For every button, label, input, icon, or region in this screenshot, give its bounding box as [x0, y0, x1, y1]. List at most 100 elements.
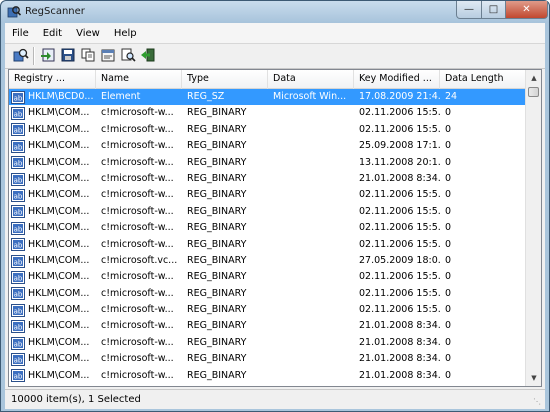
value-type-cell: REG_SZ	[187, 91, 225, 102]
registry-key-cell: ab HKLM\COM...	[9, 155, 96, 171]
value-type-cell: REG_BINARY	[187, 271, 247, 283]
column-header-type[interactable]: Type	[182, 70, 268, 89]
table-row[interactable]: ab HKLM\COM... c!microsoft-w... REG_BINARY 0…	[9, 122, 526, 138]
registry-key-cell: ab HKLM\COM...	[9, 171, 96, 187]
registry-key-cell: ab HKLM\COM...	[9, 269, 96, 285]
key-modified-cell: 21.01.2008 8:34...	[359, 369, 440, 381]
column-header-name[interactable]: Name	[96, 70, 182, 89]
registry-key-text: HKLM\COM...	[28, 254, 90, 266]
exit-button[interactable]	[138, 46, 158, 66]
list-header: Registry ... Name Type Data Key Modified…	[9, 70, 526, 89]
scrollbar-thumb[interactable]	[528, 87, 539, 97]
value-data-cell	[268, 220, 354, 236]
registry-key-text: HKLM\COM...	[28, 238, 90, 250]
table-row[interactable]: ab HKLM\COM... c!microsoft-w... REG_BINARY 0…	[9, 204, 526, 220]
table-row[interactable]: ab HKLM\COM... c!microsoft-w... REG_BINARY 2…	[9, 138, 526, 154]
registry-value-icon: ab	[11, 139, 25, 153]
key-modified-cell: 21.01.2008 8:34...	[359, 320, 440, 332]
registry-value-icon: ab	[11, 156, 25, 170]
registry-key-cell: ab HKLM\COM...	[9, 253, 96, 269]
value-type-cell: REG_BINARY	[187, 189, 247, 201]
chevron-up-icon: ▲	[531, 74, 537, 82]
registry-key-text: HKLM\BCD0...	[28, 91, 94, 102]
table-row[interactable]: ab HKLM\COM... c!microsoft-w... REG_BINARY 0…	[9, 286, 526, 302]
find-icon	[120, 47, 136, 66]
properties-button[interactable]	[98, 46, 118, 66]
value-name-cell: c!microsoft-w...	[101, 189, 174, 201]
registry-key-cell: ab HKLM\COM...	[9, 204, 96, 220]
value-name-cell: c!microsoft-w...	[101, 287, 174, 299]
registry-value-icon: ab	[11, 369, 25, 383]
vertical-scrollbar[interactable]: ▲ ▼	[525, 70, 541, 386]
key-modified-cell: 02.11.2006 15:5...	[359, 287, 440, 299]
registry-key-cell: ab HKLM\COM...	[9, 302, 96, 318]
table-row[interactable]: ab HKLM\COM... c!microsoft-w... REG_BINARY 1…	[9, 155, 526, 171]
data-length-cell: 0	[445, 238, 452, 250]
copy-button[interactable]	[78, 46, 98, 66]
data-length-cell: 0	[445, 205, 452, 217]
value-name-cell: c!microsoft-w...	[101, 369, 174, 381]
scan-button[interactable]	[11, 46, 31, 66]
table-row[interactable]: ab HKLM\BCD0... Element REG_SZ Microsoft Win…	[9, 89, 526, 106]
column-header-registry-key[interactable]: Registry ...	[9, 70, 96, 89]
svg-text:ab: ab	[14, 127, 23, 135]
save-icon	[60, 47, 76, 66]
svg-text:ab: ab	[14, 373, 23, 381]
data-length-cell: 0	[445, 336, 452, 348]
minimize-button[interactable]: —	[456, 1, 482, 19]
svg-text:ab: ab	[14, 160, 23, 168]
menu-file[interactable]: File	[5, 28, 36, 39]
column-header-data[interactable]: Data	[268, 70, 354, 89]
table-row[interactable]: ab HKLM\COM... c!microsoft-w... REG_BINARY 2…	[9, 171, 526, 187]
value-data-cell	[268, 171, 354, 187]
value-type-cell: REG_BINARY	[187, 353, 247, 365]
scroll-up-arrow[interactable]: ▲	[526, 70, 541, 86]
close-button[interactable]: ✕	[505, 1, 548, 19]
title-bar[interactable]: RegScanner — □ ✕	[1, 1, 549, 23]
menu-help[interactable]: Help	[107, 28, 144, 39]
table-row[interactable]: ab HKLM\COM... c!microsoft-w... REG_BINARY 2…	[9, 318, 526, 334]
value-type-cell: REG_BINARY	[187, 172, 247, 184]
find-button[interactable]	[118, 46, 138, 66]
menu-view[interactable]: View	[69, 28, 107, 39]
table-row[interactable]: ab HKLM\COM... c!microsoft-w... REG_BINARY 0…	[9, 220, 526, 236]
properties-icon	[100, 47, 116, 66]
table-row[interactable]: ab HKLM\COM... c!microsoft-w... REG_BINARY 2…	[9, 335, 526, 351]
registry-value-icon: ab	[11, 123, 25, 137]
menu-edit[interactable]: Edit	[36, 28, 69, 39]
data-length-cell: 0	[445, 222, 452, 234]
key-modified-cell: 02.11.2006 15:5...	[359, 123, 440, 135]
value-data-cell	[268, 335, 354, 351]
scroll-down-arrow[interactable]: ▼	[526, 370, 541, 386]
value-type-cell: REG_BINARY	[187, 320, 247, 332]
resize-grip-icon[interactable]: ⋱	[533, 397, 543, 407]
registry-key-text: HKLM\COM...	[28, 222, 90, 234]
table-row[interactable]: ab HKLM\COM... c!microsoft-w... REG_BINARY 0…	[9, 302, 526, 318]
registry-key-text: HKLM\COM...	[28, 353, 90, 365]
registry-results-list[interactable]: Registry ... Name Type Data Key Modified…	[8, 69, 542, 387]
client-area: File Edit View Help Registry ... Name Ty…	[5, 23, 545, 409]
table-row[interactable]: ab HKLM\COM... c!microsoft-w... REG_BINARY 2…	[9, 368, 526, 384]
table-row[interactable]: ab HKLM\COM... c!microsoft-w... REG_BINARY 2…	[9, 351, 526, 367]
value-data-cell	[268, 122, 354, 138]
data-length-cell: 0	[445, 140, 452, 152]
export-button[interactable]	[38, 46, 58, 66]
table-row[interactable]: ab HKLM\COM... c!microsoft-w... REG_BINARY 0…	[9, 187, 526, 203]
table-row[interactable]: ab HKLM\COM... c!microsoft.vc... REG_BINARY…	[9, 253, 526, 269]
save-button[interactable]	[58, 46, 78, 66]
value-type-cell: REG_BINARY	[187, 336, 247, 348]
regscanner-app-icon[interactable]	[7, 5, 22, 19]
svg-text:ab: ab	[14, 356, 23, 364]
column-header-key-modified[interactable]: Key Modified ...	[354, 70, 440, 89]
maximize-button[interactable]: □	[481, 1, 506, 19]
value-data-cell	[268, 368, 354, 384]
registry-value-icon: ab	[11, 336, 25, 350]
key-modified-cell: 21.01.2008 8:34...	[359, 172, 440, 184]
table-row[interactable]: ab HKLM\COM... c!microsoft-w... REG_BINARY 0…	[9, 237, 526, 253]
table-row[interactable]: ab HKLM\COM... c!microsoft-w... REG_BINARY 0…	[9, 269, 526, 285]
registry-key-cell: ab HKLM\COM...	[9, 187, 96, 203]
column-header-data-length[interactable]: Data Length	[440, 70, 526, 89]
svg-text:ab: ab	[14, 258, 23, 266]
table-row[interactable]: ab HKLM\COM... c!microsoft-w... REG_BINARY 0…	[9, 105, 526, 121]
value-data-cell	[268, 237, 354, 253]
